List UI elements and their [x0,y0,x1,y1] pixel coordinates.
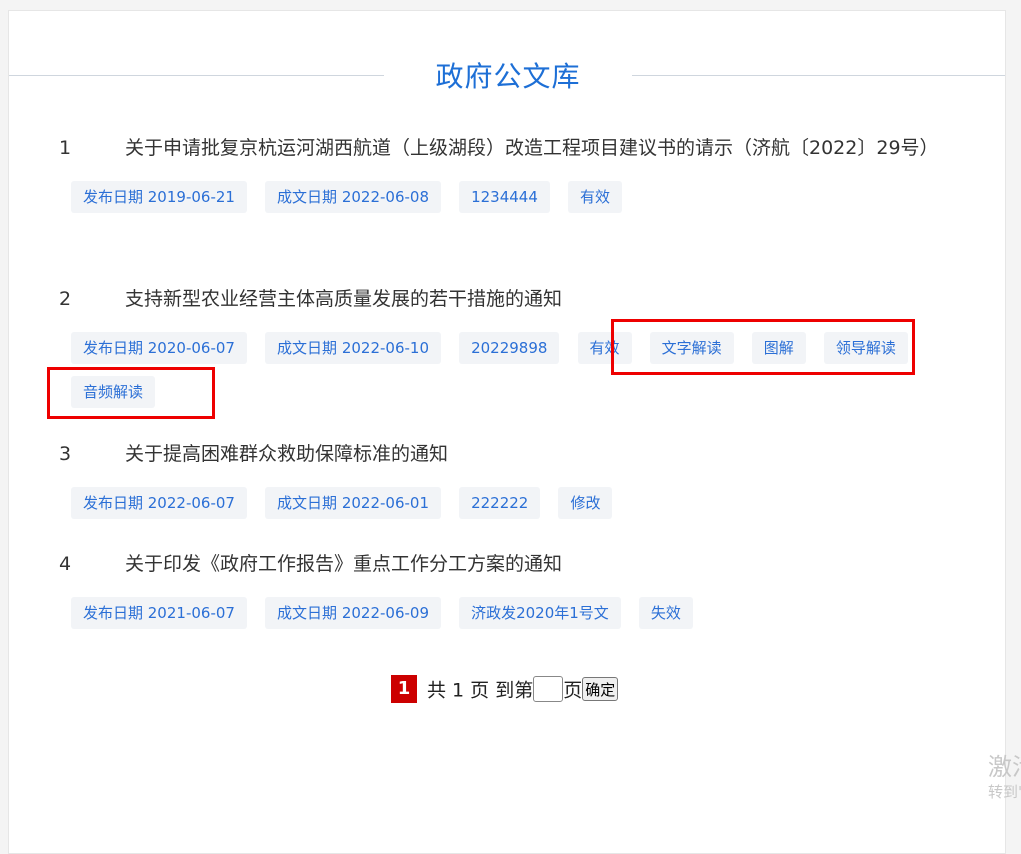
document-code-tag: 济政发2020年1号文 [459,597,621,629]
leader-interpretation-link[interactable]: 领导解读 [823,332,908,364]
publish-date-tag: 发布日期 2021-06-07 [71,597,247,629]
title-divider-left [9,75,384,76]
status-tag: 有效 [568,181,623,213]
document-number: 2 [59,288,72,310]
document-item-4: 4 关于印发《政府工作报告》重点工作分工方案的通知 发布日期 2021-06-07… [59,544,959,641]
windows-activation-watermark: 激活 Windows 转到"设置"以激活 Windows。 [988,752,1021,802]
document-tags: 发布日期 2022-06-07 成文日期 2022-06-01 222222 修… [59,487,959,531]
document-code-tag: 20229898 [459,332,560,364]
page-title: 政府公文库 [435,60,581,93]
text-interpretation-link[interactable]: 文字解读 [649,332,734,364]
document-title-link[interactable]: 关于印发《政府工作报告》重点工作分工方案的通知 [125,553,562,575]
document-number: 1 [59,137,72,159]
status-tag: 有效 [577,332,632,364]
document-item-2: 2 支持新型农业经营主体高质量发展的若干措施的通知 发布日期 2020-06-07… [59,279,959,420]
document-library-panel: 政府公文库 1 关于申请批复京杭运河湖西航道（上级湖段）改造工程项目建议书的请示（… [8,10,1006,854]
document-heading[interactable]: 1 关于申请批复京杭运河湖西航道（上级湖段）改造工程项目建议书的请示（济航〔202… [59,128,959,169]
publish-date-tag: 发布日期 2019-06-21 [71,181,247,213]
document-tags: 发布日期 2019-06-21 成文日期 2022-06-08 1234444 … [59,181,959,225]
document-heading[interactable]: 2 支持新型农业经营主体高质量发展的若干措施的通知 [59,279,959,320]
document-number: 4 [59,553,72,575]
graphic-interpretation-link[interactable]: 图解 [751,332,806,364]
document-title-link[interactable]: 关于提高困难群众救助保障标准的通知 [125,443,448,465]
publish-date-tag: 发布日期 2020-06-07 [71,332,247,364]
written-date-tag: 成文日期 2022-06-08 [265,181,441,213]
goto-prefix-label: 到第 [495,679,534,702]
status-tag: 修改 [558,487,613,519]
written-date-tag: 成文日期 2022-06-10 [265,332,441,364]
document-code-tag: 222222 [459,487,541,519]
watermark-line-2: 转到"设置"以激活 Windows。 [988,783,1021,801]
document-title-link[interactable]: 支持新型农业经营主体高质量发展的若干措施的通知 [125,288,562,310]
document-number: 3 [59,443,72,465]
page-header: 政府公文库 [9,51,1005,101]
document-tags: 发布日期 2021-06-07 成文日期 2022-06-09 济政发2020年… [59,597,959,641]
watermark-line-1: 激活 Windows [988,753,1021,781]
document-heading[interactable]: 3 关于提高困难群众救助保障标准的通知 [59,434,959,475]
confirm-button[interactable]: 确定 [582,677,619,701]
status-tag: 失效 [638,597,693,629]
goto-page-input[interactable] [533,676,564,702]
document-heading[interactable]: 4 关于印发《政府工作报告》重点工作分工方案的通知 [59,544,959,585]
document-title-link[interactable]: 关于申请批复京杭运河湖西航道（上级湖段）改造工程项目建议书的请示（济航〔2022… [125,137,939,159]
total-pages-text: 共 1 页 [427,679,490,702]
written-date-tag: 成文日期 2022-06-01 [265,487,441,519]
document-tags: 发布日期 2020-06-07 成文日期 2022-06-10 20229898… [59,332,959,420]
publish-date-tag: 发布日期 2022-06-07 [71,487,247,519]
title-divider-right [632,75,1005,76]
document-code-tag: 1234444 [459,181,550,213]
document-item-1: 1 关于申请批复京杭运河湖西航道（上级湖段）改造工程项目建议书的请示（济航〔202… [59,128,959,225]
written-date-tag: 成文日期 2022-06-09 [265,597,441,629]
document-item-3: 3 关于提高困难群众救助保障标准的通知 发布日期 2022-06-07 成文日期 … [59,434,959,531]
audio-interpretation-link[interactable]: 音频解读 [71,376,156,408]
goto-suffix-label: 页 [563,679,583,702]
pagination: 1 共 1 页 到第 页确定 [391,675,619,705]
current-page-button[interactable]: 1 [391,675,417,703]
